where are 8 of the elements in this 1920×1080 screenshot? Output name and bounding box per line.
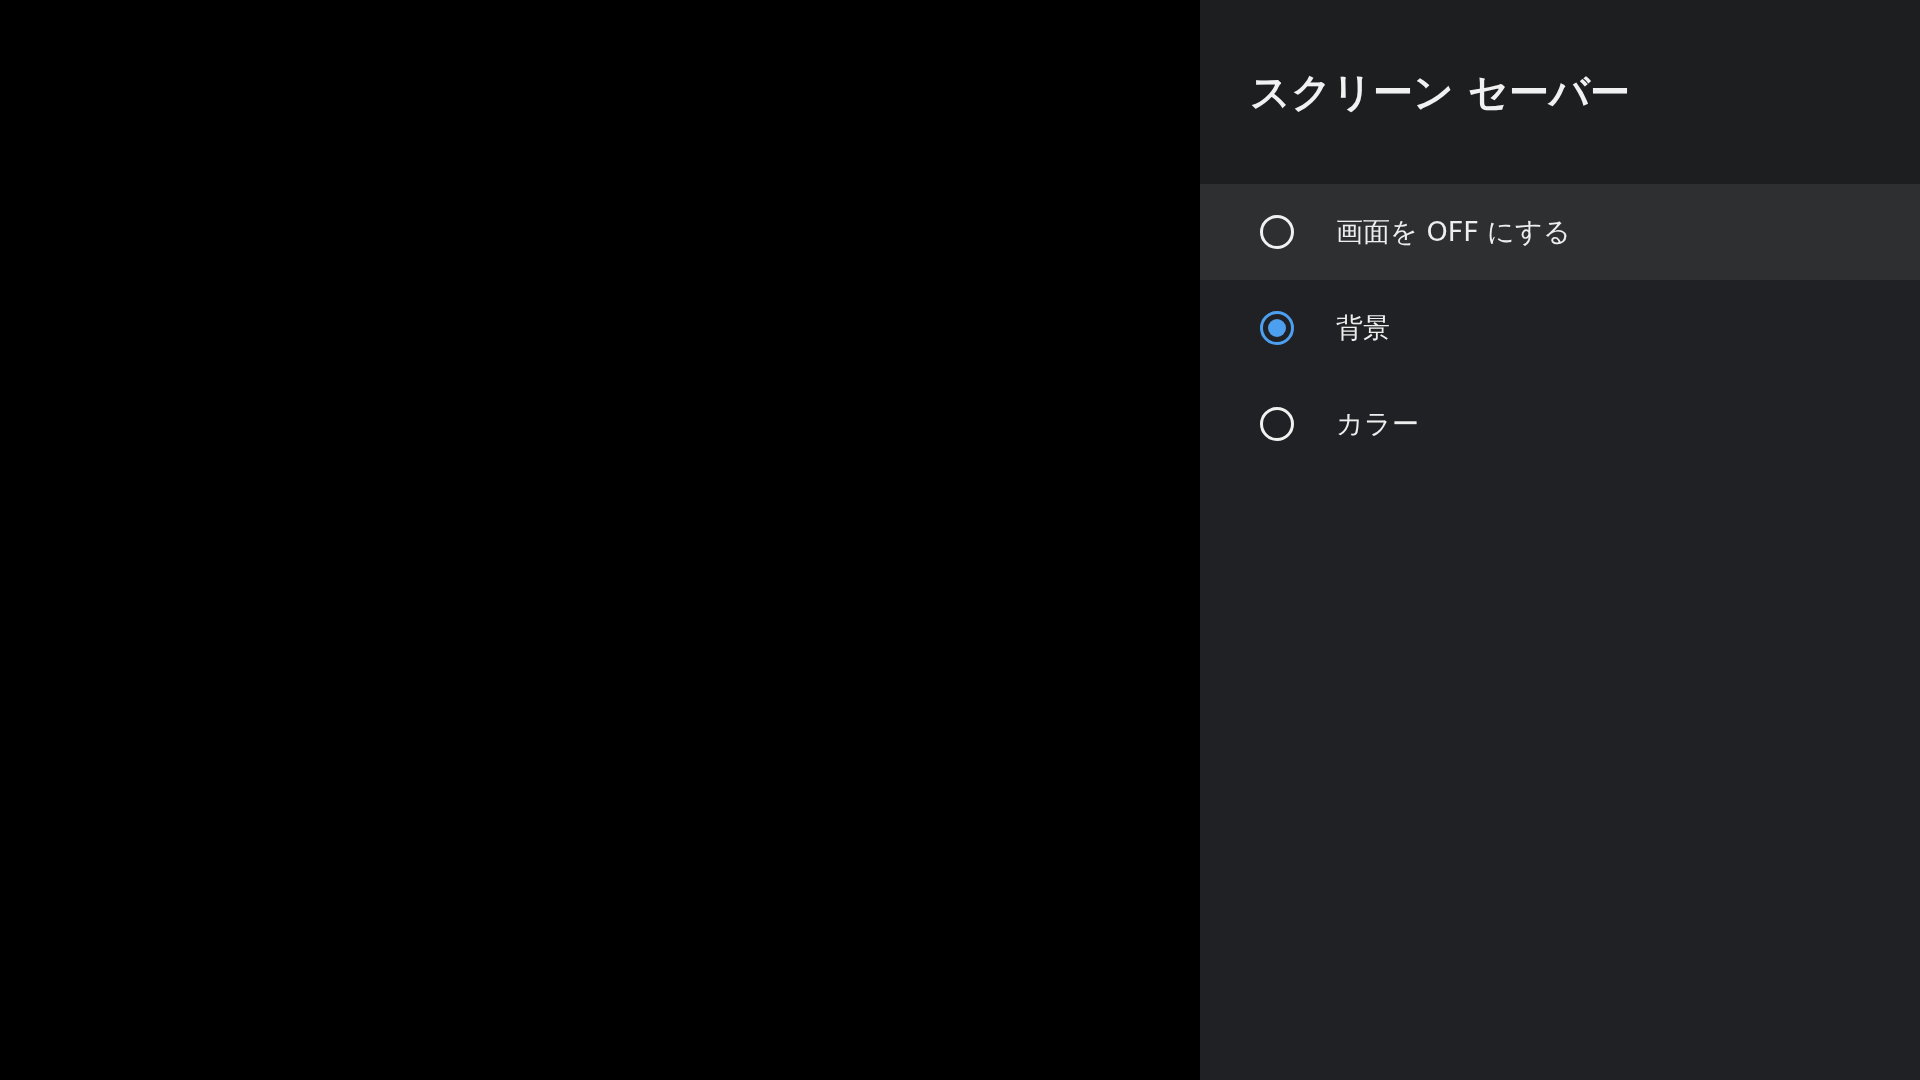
option-item[interactable]: 画面を OFF にする [1200,184,1920,280]
option-item[interactable]: カラー [1200,376,1920,472]
panel-title: スクリーン セーバー [1250,67,1630,117]
radio-button[interactable] [1260,311,1294,345]
option-label: カラー [1336,407,1419,441]
option-label: 背景 [1336,311,1390,345]
option-label: 画面を OFF にする [1336,215,1572,249]
option-item[interactable]: 背景 [1200,280,1920,376]
